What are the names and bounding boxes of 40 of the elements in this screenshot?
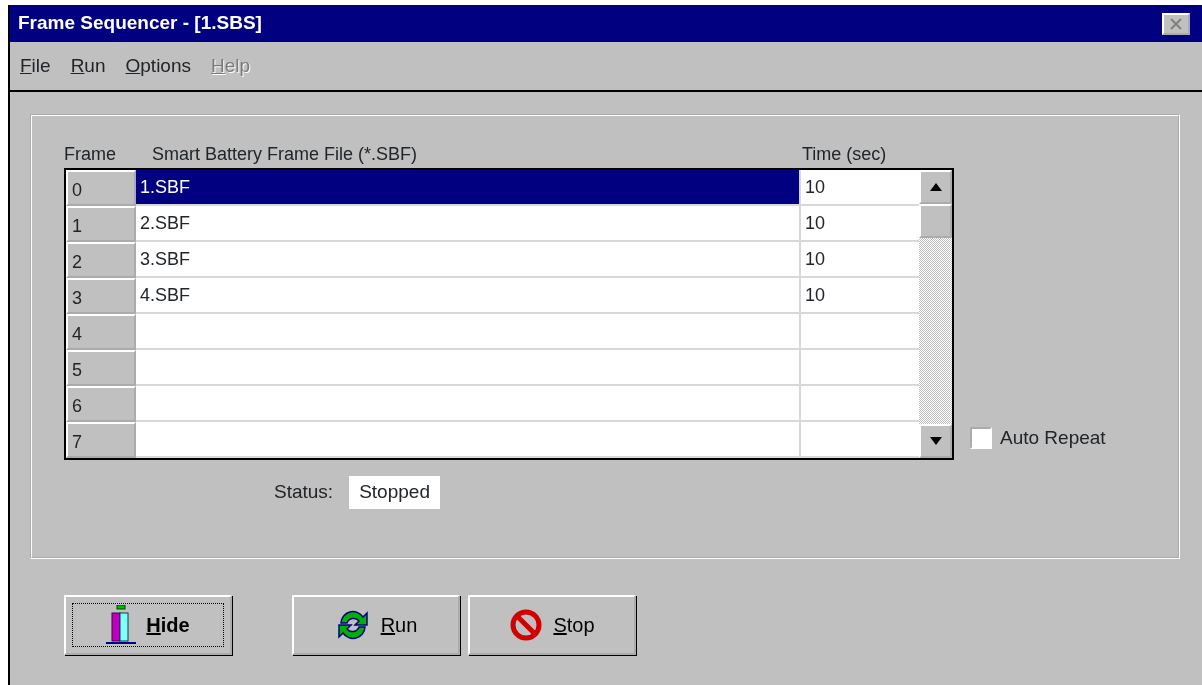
row-header[interactable]: 0 xyxy=(66,170,136,206)
scroll-up-button[interactable] xyxy=(919,170,952,204)
status-label: Status: xyxy=(274,480,334,504)
up-arrow-icon xyxy=(929,183,942,191)
row-header[interactable]: 4 xyxy=(66,314,136,350)
table-cell[interactable] xyxy=(136,422,801,458)
row-header[interactable]: 1 xyxy=(66,206,136,242)
hide-button[interactable]: Hide xyxy=(64,595,232,655)
down-arrow-icon xyxy=(929,437,942,445)
window-title: Frame Sequencer - [1.SBS] xyxy=(18,11,262,36)
checkbox-label: Auto Repeat xyxy=(1000,425,1106,450)
column-header: Time (sec) xyxy=(802,144,887,164)
prohibited-icon xyxy=(509,608,544,642)
stop-button[interactable]: Stop xyxy=(468,595,636,655)
table-cell[interactable] xyxy=(136,314,801,350)
close-button[interactable] xyxy=(1162,12,1190,35)
row-header[interactable]: 6 xyxy=(66,386,136,422)
menu-item[interactable]: File xyxy=(20,51,51,81)
row-header[interactable]: 3 xyxy=(66,278,136,314)
checkbox[interactable] xyxy=(970,426,992,449)
table-cell[interactable]: 1.SBF xyxy=(136,170,801,206)
row-header[interactable]: 7 xyxy=(66,422,136,458)
table-cell[interactable]: 3.SBF xyxy=(136,242,801,278)
table-cell[interactable]: 2.SBF xyxy=(136,206,801,242)
menu-item[interactable]: Options xyxy=(125,51,191,81)
row-header[interactable]: 5 xyxy=(66,350,136,386)
run-button[interactable]: Run xyxy=(292,595,460,655)
column-header: Frame xyxy=(64,144,116,164)
column-header: Smart Battery Frame File (*.SBF) xyxy=(152,144,418,164)
table-cell[interactable] xyxy=(136,386,801,422)
menu-item[interactable]: Run xyxy=(70,51,106,81)
row-header[interactable]: 2 xyxy=(66,242,136,278)
table-cell[interactable]: 4.SBF xyxy=(136,278,801,314)
door-icon xyxy=(106,605,137,645)
status-value: Stopped xyxy=(349,476,440,509)
scroll-thumb[interactable] xyxy=(919,204,952,238)
table-cell[interactable] xyxy=(136,350,801,386)
scroll-down-button[interactable] xyxy=(919,424,952,458)
close-icon xyxy=(1169,17,1183,31)
scrollbar[interactable] xyxy=(919,170,952,458)
